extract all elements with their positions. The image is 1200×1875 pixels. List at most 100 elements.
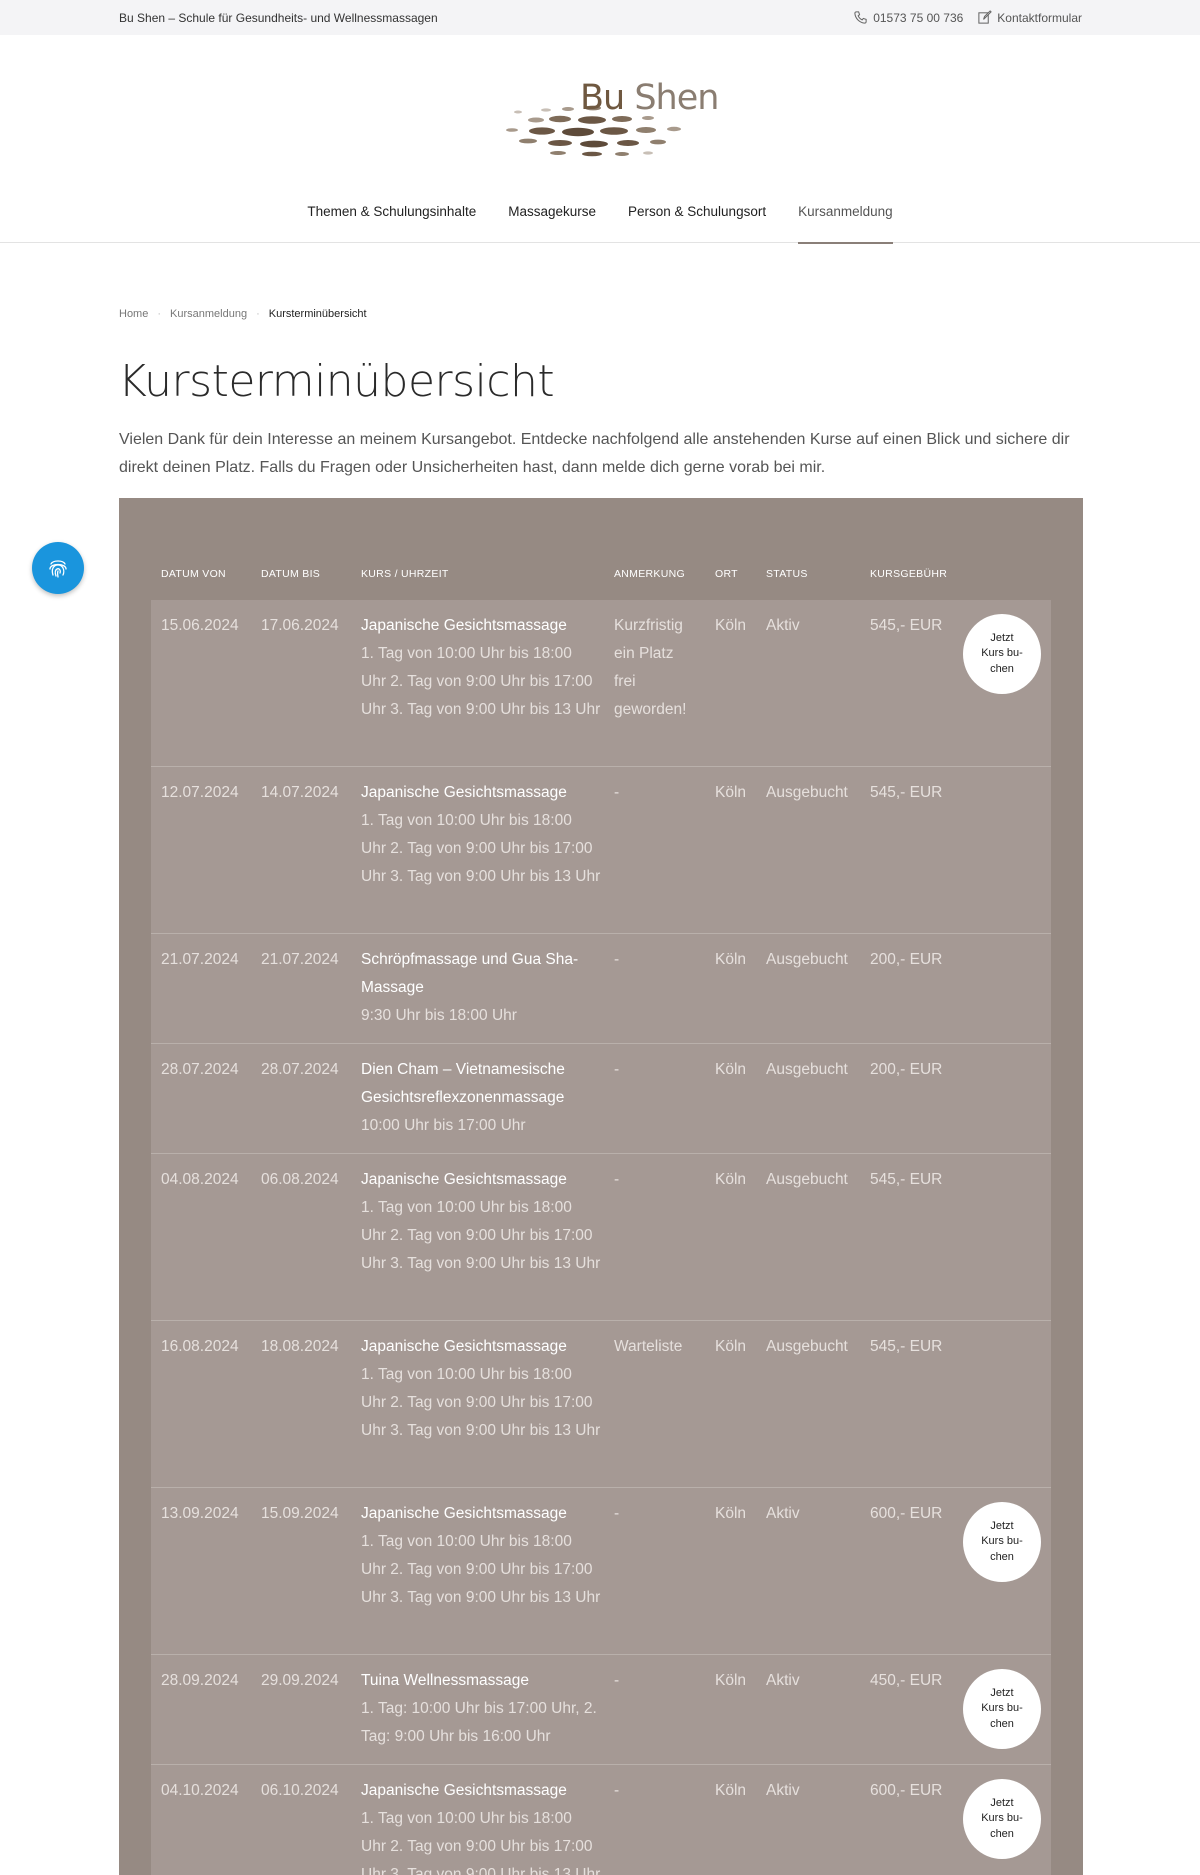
course-title: Japanische Gesichtsmassage — [361, 1505, 567, 1522]
course-title: Japanische Gesichtsmassage — [361, 1171, 567, 1188]
cell-status: Aktiv — [766, 617, 800, 634]
nav-item-1[interactable]: Massagekurse — [508, 190, 596, 243]
cell-course: Dien Cham – Vietnamesische Gesichtsrefle… — [361, 1056, 601, 1140]
book-course-button[interactable]: Jetzt Kurs bu­chen — [963, 614, 1041, 694]
table-row: 21.07.2024 21.07.2024 Schröpfmassage und G… — [151, 934, 1051, 1044]
logo-wordmark: Bu Shen — [580, 78, 719, 118]
cell-course: Tuina Wellnessmassage 1. Tag: 10:00 Uhr b… — [361, 1667, 601, 1751]
cell-status: Aktiv — [766, 1672, 800, 1689]
cell-status: Ausgebucht — [766, 951, 848, 968]
table-row: 16.08.2024 18.08.2024 Japanische Gesichtsm… — [151, 1321, 1051, 1488]
cell-fee: 200,- EUR — [870, 1061, 943, 1078]
course-time: 1. Tag von 10:00 Uhr bis 18:00 Uhr 2. Ta… — [361, 1533, 601, 1606]
cell-date-from: 28.07.2024 — [161, 1061, 239, 1078]
nav-item-3[interactable]: Kursanmeldung — [798, 190, 893, 244]
contact-link[interactable]: Kontaktformular — [977, 10, 1082, 25]
main-navigation: Themen & Schulungsinhalte Massagekurse Per… — [0, 190, 1200, 244]
phone-number: 01573 75 00 736 — [873, 10, 964, 25]
cell-location: Köln — [715, 1505, 747, 1522]
cell-course: Japanische Gesichtsmassage 1. Tag von 10:… — [361, 1777, 601, 1875]
cell-fee: 600,- EUR — [870, 1782, 943, 1799]
header-location: ORT — [715, 568, 738, 580]
site-tagline: Bu Shen – Schule für Gesundheits- und We… — [119, 10, 438, 25]
cell-date-to: 28.07.2024 — [261, 1061, 339, 1078]
book-course-button[interactable]: Jetzt Kurs bu­chen — [963, 1502, 1041, 1582]
cell-status: Ausgebucht — [766, 1171, 848, 1188]
course-title: Japanische Gesichtsmassage — [361, 1782, 567, 1799]
cell-location: Köln — [715, 1171, 747, 1188]
cell-course: Schröpfmassage und Gua Sha-Massage 9:30 U… — [361, 946, 601, 1030]
book-course-button[interactable]: Jetzt Kurs bu­chen — [963, 1669, 1041, 1749]
cell-date-from: 13.09.2024 — [161, 1505, 239, 1522]
cell-date-from: 04.10.2024 — [161, 1782, 239, 1799]
cell-note: - — [614, 1782, 620, 1799]
cell-course: Japanische Gesichtsmassage 1. Tag von 10:… — [361, 1500, 601, 1612]
cell-note: - — [614, 1171, 620, 1188]
cell-date-to: 29.09.2024 — [261, 1672, 339, 1689]
cell-fee: 545,- EUR — [870, 1171, 943, 1188]
cell-course: Japanische Gesichtsmassage 1. Tag von 10:… — [361, 1166, 601, 1278]
table-row: 04.10.2024 06.10.2024 Japanische Gesichtsm… — [151, 1765, 1051, 1875]
table-row: 28.09.2024 29.09.2024 Tuina Wellnessmassag… — [151, 1655, 1051, 1765]
course-time: 1. Tag von 10:00 Uhr bis 18:00 Uhr 2. Ta… — [361, 1366, 601, 1439]
header-note: ANMERKUNG — [614, 568, 685, 580]
cell-location: Köln — [715, 1338, 747, 1355]
cell-date-to: 15.09.2024 — [261, 1505, 339, 1522]
course-title: Tuina Wellnessmassage — [361, 1672, 529, 1689]
cell-status: Ausgebucht — [766, 1061, 848, 1078]
cell-fee: 545,- EUR — [870, 1338, 943, 1355]
cell-status: Aktiv — [766, 1505, 800, 1522]
breadcrumb-separator: · — [256, 308, 260, 320]
cell-location: Köln — [715, 617, 747, 634]
cell-location: Köln — [715, 1672, 747, 1689]
table-header: DATUM VON DATUM BIS KURS / UHRZEIT ANMER… — [151, 568, 1051, 598]
cell-fee: 450,- EUR — [870, 1672, 943, 1689]
nav-item-2[interactable]: Person & Schulungsort — [628, 190, 766, 243]
course-time: 1. Tag: 10:00 Uhr bis 17:00 Uhr, 2. Tag:… — [361, 1700, 597, 1745]
phone-icon — [854, 11, 867, 24]
logo-word-bu: Bu — [580, 78, 625, 118]
course-time: 1. Tag von 10:00 Uhr bis 18:00 Uhr 2. Ta… — [361, 1810, 601, 1875]
cell-date-to: 14.07.2024 — [261, 784, 339, 801]
course-title: Dien Cham – Vietnamesische Gesichtsrefle… — [361, 1061, 565, 1106]
table-body: 15.06.2024 17.06.2024 Japanische Gesichtsm… — [151, 600, 1051, 1875]
cell-course: Japanische Gesichtsmassage 1. Tag von 10:… — [361, 1333, 601, 1445]
cell-location: Köln — [715, 951, 747, 968]
cell-date-from: 16.08.2024 — [161, 1338, 239, 1355]
cell-date-from: 12.07.2024 — [161, 784, 239, 801]
cell-status: Ausgebucht — [766, 784, 848, 801]
book-course-button[interactable]: Jetzt Kurs bu­chen — [963, 1779, 1041, 1859]
table-row: 28.07.2024 28.07.2024 Dien Cham – Vietname… — [151, 1044, 1051, 1154]
logo-word-shen: Shen — [634, 78, 719, 118]
cell-date-from: 21.07.2024 — [161, 951, 239, 968]
cell-note: - — [614, 1505, 620, 1522]
breadcrumb-home[interactable]: Home — [119, 308, 148, 320]
table-row: 12.07.2024 14.07.2024 Japanische Gesichtsm… — [151, 767, 1051, 934]
cell-note: - — [614, 784, 620, 801]
site-logo[interactable]: Bu Shen — [498, 78, 719, 162]
breadcrumb-parent[interactable]: Kursanmeldung — [170, 308, 247, 320]
page-title: Kursterminübersicht — [118, 356, 555, 407]
cell-note: Warteliste — [614, 1338, 683, 1355]
cell-date-from: 15.06.2024 — [161, 617, 239, 634]
breadcrumb-current: Kursterminübersicht — [268, 308, 367, 320]
cell-note: - — [614, 1672, 620, 1689]
nav-item-0[interactable]: Themen & Schulungsinhalte — [307, 190, 476, 243]
cell-location: Köln — [715, 784, 747, 801]
phone-link[interactable]: 01573 75 00 736 — [853, 10, 963, 25]
cell-course: Japanische Gesichtsmassage 1. Tag von 10:… — [361, 612, 601, 724]
cell-date-to: 21.07.2024 — [261, 951, 339, 968]
cell-status: Ausgebucht — [766, 1338, 848, 1355]
course-title: Japanische Gesichtsmassage — [361, 1338, 567, 1355]
cell-note: - — [614, 1061, 620, 1078]
header-status: STATUS — [766, 568, 808, 580]
course-title: Japanische Gesichtsmassage — [361, 784, 567, 801]
header-course: KURS / UHRZEIT — [361, 568, 449, 580]
header-date-from: DATUM VON — [161, 568, 226, 580]
fingerprint-button[interactable] — [32, 542, 84, 594]
course-title: Japanische Gesichtsmassage — [361, 617, 567, 634]
cell-note: Kurzfristig ein Platz frei geworden! — [614, 617, 687, 718]
course-time: 1. Tag von 10:00 Uhr bis 18:00 Uhr 2. Ta… — [361, 812, 601, 885]
cell-fee: 545,- EUR — [870, 617, 943, 634]
edit-icon — [978, 10, 993, 24]
